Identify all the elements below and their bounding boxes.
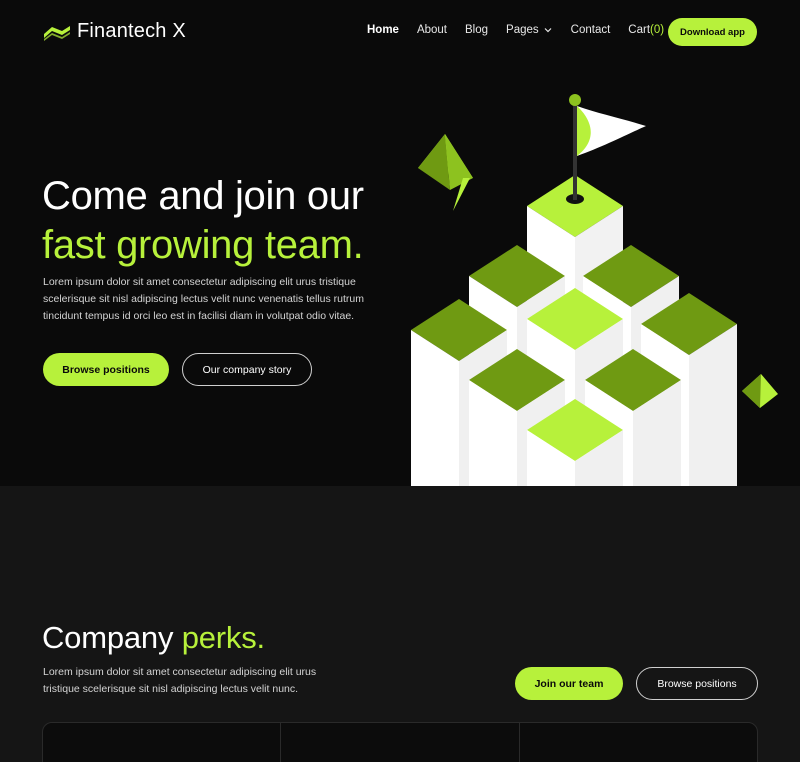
isometric-bars-illustration	[411, 94, 778, 486]
company-story-button[interactable]: Our company story	[182, 353, 312, 386]
small-pyramid-icon	[742, 374, 778, 408]
hero-title-line2: fast growing team.	[42, 223, 364, 267]
perks-title: Company perks.	[42, 620, 265, 656]
nav-contact[interactable]: Contact	[571, 24, 611, 36]
pyramid-icon	[418, 134, 473, 211]
hero-description: Lorem ipsum dolor sit amet consectetur a…	[43, 276, 364, 322]
perks-section: Company perks. Lorem ipsum dolor sit ame…	[0, 486, 800, 762]
perk-card	[281, 723, 520, 762]
nav-home[interactable]: Home	[367, 24, 399, 36]
download-app-button[interactable]: Download app	[668, 18, 757, 46]
brand-name: Finantech X	[77, 20, 186, 42]
nav-pages[interactable]: Pages	[506, 24, 553, 36]
hero-title: Come and join our fast growing team.	[42, 172, 422, 270]
cart-count: (0)	[650, 24, 665, 36]
chevron-down-icon	[544, 28, 552, 33]
browse-positions-button[interactable]: Browse positions	[43, 353, 169, 386]
perks-title-plain: Company	[42, 620, 182, 655]
perk-card	[43, 723, 282, 762]
join-team-button[interactable]: Join our team	[515, 667, 623, 700]
nav-pages-label: Pages	[506, 24, 539, 36]
perk-card	[520, 723, 757, 762]
nav-cart[interactable]: Cart(0)	[628, 24, 664, 36]
logo-icon	[44, 25, 70, 41]
cart-label: Cart	[628, 24, 651, 36]
logo[interactable]: Finantech X	[43, 20, 186, 43]
hero-title-line1: Come and join our	[42, 174, 364, 218]
nav-blog[interactable]: Blog	[465, 24, 488, 36]
browse-positions-secondary-button[interactable]: Browse positions	[636, 667, 758, 700]
hero-section: Finantech X Home About Blog Pages Contac…	[0, 0, 800, 486]
main-nav: Home About Blog Pages Contact Cart(0)	[367, 24, 664, 36]
nav-about[interactable]: About	[417, 24, 447, 36]
perks-title-accent: perks.	[181, 620, 265, 655]
perks-cards	[42, 722, 758, 762]
perks-description: Lorem ipsum dolor sit amet consectetur a…	[43, 666, 317, 695]
